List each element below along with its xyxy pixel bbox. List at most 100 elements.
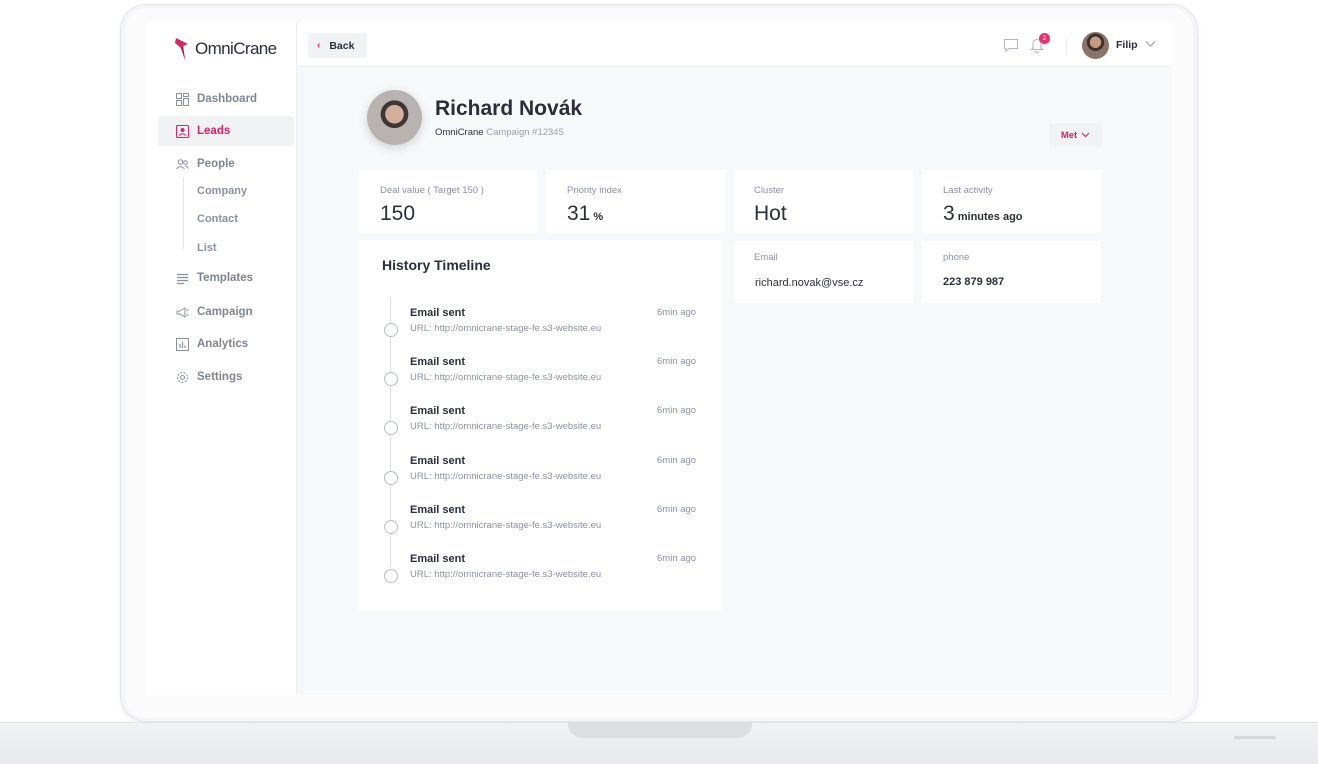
timeline-item-time: 6min ago [657,356,697,367]
stat-card-deal-value: Deal value ( Target 150 ) 150 [359,170,537,233]
sidebar-item-label: Templates [197,272,254,284]
stat-value: 3 minutes ago [943,202,1023,226]
chat-icon[interactable] [1003,38,1019,53]
timeline-dot-icon [384,471,398,485]
stat-number: 3 [943,202,955,225]
timeline-item-time: 6min ago [657,405,697,416]
app-logo[interactable]: OmniCrane [174,36,277,62]
stat-card-cluster: Cluster Hot [734,170,913,233]
stat-label: Cluster [754,185,785,196]
stat-value: 31 % [567,202,603,226]
stat-label: Last activity [943,185,993,196]
timeline-item-title: Email sent [410,356,466,368]
people-subtree-line [183,177,191,249]
status-value: Met [1060,129,1078,141]
sidebar-item-label: Settings [197,371,243,383]
sidebar-subitem-list[interactable]: List [197,242,217,254]
timeline-item-url: URL: http://omnicrane-stage-fe.s3-websit… [410,372,602,383]
history-timeline-card: History Timeline Email sent URL: http://… [359,240,721,610]
sidebar-item-label: Dashboard [197,93,258,105]
top-bar: ‹ Back 2 Filip [297,22,1172,67]
timeline-dot-icon [384,421,398,435]
email-label: Email [754,252,778,263]
lead-campaign: Campaign #12345 [486,127,564,138]
sidebar-item-label: Leads [197,125,231,137]
sidebar-item-dashboard[interactable]: Dashboard [158,84,294,114]
notification-badge: 2 [1039,33,1050,44]
timeline-item-url: URL: http://omnicrane-stage-fe.s3-websit… [410,520,602,531]
sidebar-item-settings[interactable]: Settings [158,362,294,392]
timeline-item-time: 6min ago [657,553,697,564]
sidebar-item-templates[interactable]: Templates [158,263,294,293]
timeline-dot-icon [384,520,398,534]
leads-icon [176,124,189,138]
timeline-item[interactable]: Email sent URL: http://omnicrane-stage-f… [359,356,721,401]
lead-name: Richard Novák [435,97,583,120]
topbar-divider [1066,36,1067,56]
sidebar-item-label: Analytics [197,338,249,350]
chevron-left-icon: ‹ [317,40,321,51]
email-value[interactable]: richard.novak@vse.cz [755,277,863,289]
stat-value: 150 [380,202,415,226]
timeline-item-title: Email sent [410,405,466,417]
lead-subtitle: OmniCrane Campaign #12345 [435,127,564,138]
back-button-label: Back [329,39,355,52]
timeline-item-url: URL: http://omnicrane-stage-fe.s3-websit… [410,569,602,580]
stat-label: Deal value ( Target 150 ) [380,185,484,196]
laptop-notch [568,722,752,738]
phone-card: phone 223 879 987 [922,241,1101,303]
phone-value[interactable]: 223 879 987 [943,276,1004,288]
sidebar-item-leads[interactable]: Leads [158,116,294,146]
laptop-foot [1234,736,1276,739]
lead-company: OmniCrane [435,127,484,138]
timeline-item[interactable]: Email sent URL: http://omnicrane-stage-f… [359,553,721,598]
dashboard-icon [176,92,189,106]
timeline-item-url: URL: http://omnicrane-stage-fe.s3-websit… [410,471,602,482]
timeline-item[interactable]: Email sent URL: http://omnicrane-stage-f… [359,504,721,549]
timeline-item[interactable]: Email sent URL: http://omnicrane-stage-f… [359,455,721,500]
stat-card-last-activity: Last activity 3 minutes ago [922,170,1101,233]
sidebar-item-analytics[interactable]: Analytics [158,329,294,359]
app-screen: OmniCrane Dashboard Leads People Company… [146,22,1172,695]
stat-number: Hot [754,202,787,225]
sidebar-item-label: Campaign [197,306,253,318]
timeline-item-url: URL: http://omnicrane-stage-fe.s3-websit… [410,323,602,334]
timeline-item-title: Email sent [410,553,466,565]
avatar[interactable] [1082,32,1109,59]
timeline-title: History Timeline [382,257,491,273]
sidebar: OmniCrane Dashboard Leads People Company… [146,22,297,695]
lead-avatar [367,90,422,145]
people-icon [176,158,189,169]
timeline-dot-icon [384,323,398,337]
timeline-item-url: URL: http://omnicrane-stage-fe.s3-websit… [410,421,602,432]
user-name[interactable]: Filip [1116,39,1138,51]
timeline-item-time: 6min ago [657,504,697,515]
chevron-down-icon [1081,132,1090,138]
email-card: Email richard.novak@vse.cz [734,241,913,303]
timeline-item-title: Email sent [410,455,466,467]
timeline-item-title: Email sent [410,504,466,516]
sidebar-item-people[interactable]: People [158,149,294,179]
sidebar-subitem-company[interactable]: Company [197,185,247,197]
timeline-dot-icon [384,372,398,386]
timeline-item[interactable]: Email sent URL: http://omnicrane-stage-f… [359,405,721,450]
stat-unit: minutes ago [954,211,1023,223]
timeline-item[interactable]: Email sent URL: http://omnicrane-stage-f… [359,307,721,352]
stat-number: 150 [380,202,416,225]
phone-label: phone [943,252,970,263]
stat-label: Priority index [567,185,622,196]
stat-card-priority-index: Priority index 31 % [546,170,725,233]
sidebar-item-campaign[interactable]: Campaign [158,297,294,327]
status-dropdown[interactable]: Met [1049,123,1102,147]
timeline-item-time: 6min ago [657,307,697,318]
megaphone-icon [176,306,189,318]
crane-logo-icon [175,38,188,60]
chevron-down-icon[interactable] [1145,40,1156,48]
app-name: OmniCrane [195,39,277,58]
analytics-icon [176,337,189,351]
sidebar-item-label: People [197,158,235,170]
stat-value: Hot [754,202,787,226]
sidebar-subitem-contact[interactable]: Contact [197,213,238,225]
back-button[interactable]: ‹ Back [308,33,367,58]
gear-icon [177,371,188,383]
